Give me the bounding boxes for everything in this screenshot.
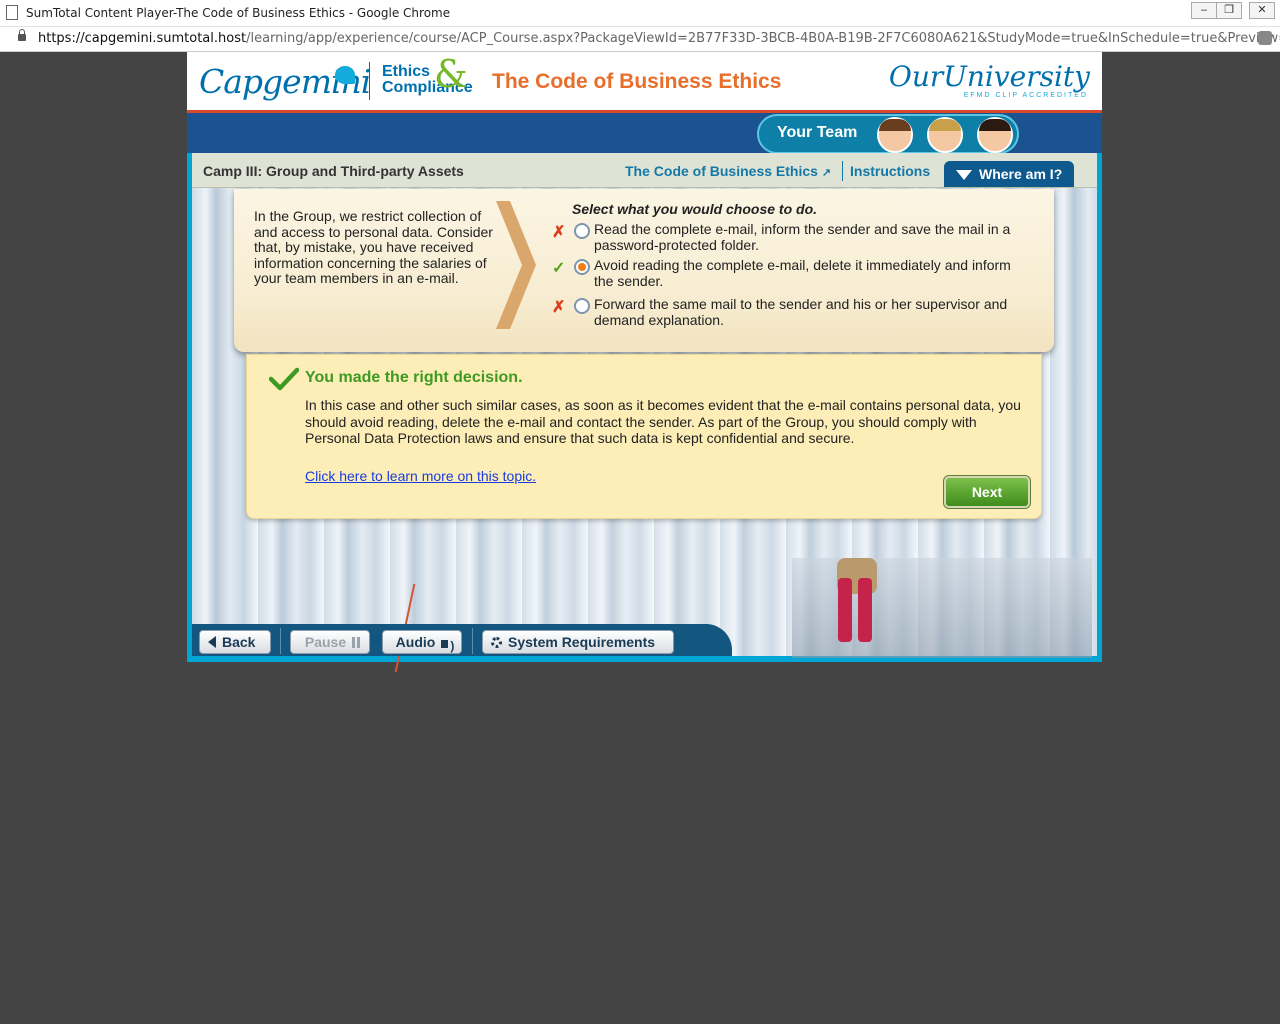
- external-link-icon: ↗: [821, 167, 832, 179]
- gear-icon: [491, 637, 502, 648]
- feedback-body: In this case and other such similar case…: [305, 397, 1021, 446]
- minimize-button[interactable]: –: [1191, 2, 1217, 19]
- radio-button-selected[interactable]: [574, 259, 590, 275]
- triangle-down-icon: [956, 170, 972, 180]
- incorrect-x-icon: ✗: [552, 224, 566, 241]
- control-separator: [472, 628, 473, 654]
- answer-option-text: Forward the same mail to the sender and …: [594, 296, 1008, 328]
- logo-divider: [369, 62, 370, 100]
- system-requirements-label: System Requirements: [508, 634, 656, 650]
- your-team-button[interactable]: Your Team: [757, 114, 1019, 154]
- page-icon: [6, 5, 18, 20]
- triangle-left-icon: [208, 636, 216, 648]
- ampersand-icon: &: [434, 52, 468, 96]
- speaker-icon: [441, 635, 454, 657]
- chevron-right-icon: [496, 201, 536, 329]
- climber-figure: [832, 578, 878, 648]
- question-prompt: Select what you would choose to do.: [572, 201, 818, 217]
- toolbar-separator: [842, 161, 843, 181]
- url-path: /learning/app/experience/course/ACP_Cour…: [246, 31, 1280, 46]
- url-host: https://capgemini.sumtotal.host: [38, 31, 247, 46]
- where-am-i-label: Where am I?: [979, 166, 1063, 182]
- pause-icon: [352, 637, 356, 648]
- climber-leg: [858, 578, 872, 642]
- correct-check-icon: ✓: [552, 260, 566, 277]
- course-toolbar: Camp III: Group and Third-party Assets T…: [192, 153, 1097, 188]
- lock-icon: [18, 29, 26, 41]
- your-team-label: Your Team: [777, 124, 858, 141]
- browser-titlebar: SumTotal Content Player-The Code of Busi…: [0, 0, 1280, 27]
- feedback-panel: You made the right decision. In this cas…: [246, 354, 1042, 519]
- team-member-1-avatar[interactable]: [877, 117, 913, 153]
- course-title: The Code of Business Ethics: [492, 70, 782, 93]
- answer-option-text: Read the complete e-mail, inform the sen…: [594, 221, 1011, 253]
- code-of-business-ethics-link[interactable]: The Code of Business Ethics ↗: [625, 163, 831, 179]
- close-button[interactable]: ✕: [1249, 2, 1275, 19]
- window-title: SumTotal Content Player-The Code of Busi…: [26, 6, 451, 20]
- question-panel: In the Group, we restrict collection of …: [234, 189, 1054, 352]
- where-am-i-tab[interactable]: Where am I?: [944, 161, 1074, 187]
- pause-label: Pause: [304, 634, 347, 650]
- back-label: Back: [222, 634, 256, 650]
- learn-more-link[interactable]: Click here to learn more on this topic.: [305, 468, 536, 484]
- radio-button[interactable]: [574, 298, 590, 314]
- answer-option-text: Avoid reading the complete e-mail, delet…: [594, 257, 1011, 289]
- system-requirements-button[interactable]: System Requirements: [482, 630, 674, 654]
- camp-title: Camp III: Group and Third-party Assets: [203, 163, 464, 179]
- incorrect-x-icon: ✗: [552, 299, 566, 316]
- ouruniversity-logo: OurUniversity: [888, 60, 1090, 93]
- control-separator: [280, 628, 281, 654]
- feedback-heading: You made the right decision.: [305, 369, 523, 386]
- pause-button[interactable]: Pause: [290, 630, 370, 654]
- url-text[interactable]: https://capgemini.sumtotal.host/learning…: [38, 31, 1280, 46]
- player-controls-bar: Back Pause Audio System Requirements: [192, 624, 732, 657]
- team-member-2-avatar[interactable]: [927, 117, 963, 153]
- capgemini-spade-icon: [335, 66, 355, 84]
- climber-leg: [838, 578, 852, 642]
- radio-button[interactable]: [574, 223, 590, 239]
- audio-button[interactable]: Audio: [382, 630, 462, 657]
- audio-label: Audio: [395, 634, 436, 650]
- back-button[interactable]: Back: [199, 630, 271, 654]
- checkmark-icon: [269, 367, 299, 391]
- next-button[interactable]: Next: [943, 475, 1031, 509]
- course-player: Capgemini Ethics Compliance & The Code o…: [187, 52, 1102, 673]
- address-bar[interactable]: https://capgemini.sumtotal.host/learning…: [0, 27, 1280, 52]
- scenario-text: In the Group, we restrict collection of …: [254, 208, 493, 286]
- extension-icon[interactable]: [1258, 31, 1272, 45]
- team-member-3-avatar[interactable]: [977, 117, 1013, 153]
- restore-button[interactable]: ❐: [1216, 2, 1242, 19]
- code-link-label: The Code of Business Ethics: [625, 163, 818, 179]
- efmd-accreditation: EFMD CLIP ACCREDITED: [963, 92, 1088, 99]
- course-header: Capgemini Ethics Compliance & The Code o…: [187, 52, 1102, 113]
- instructions-link[interactable]: Instructions: [850, 163, 930, 179]
